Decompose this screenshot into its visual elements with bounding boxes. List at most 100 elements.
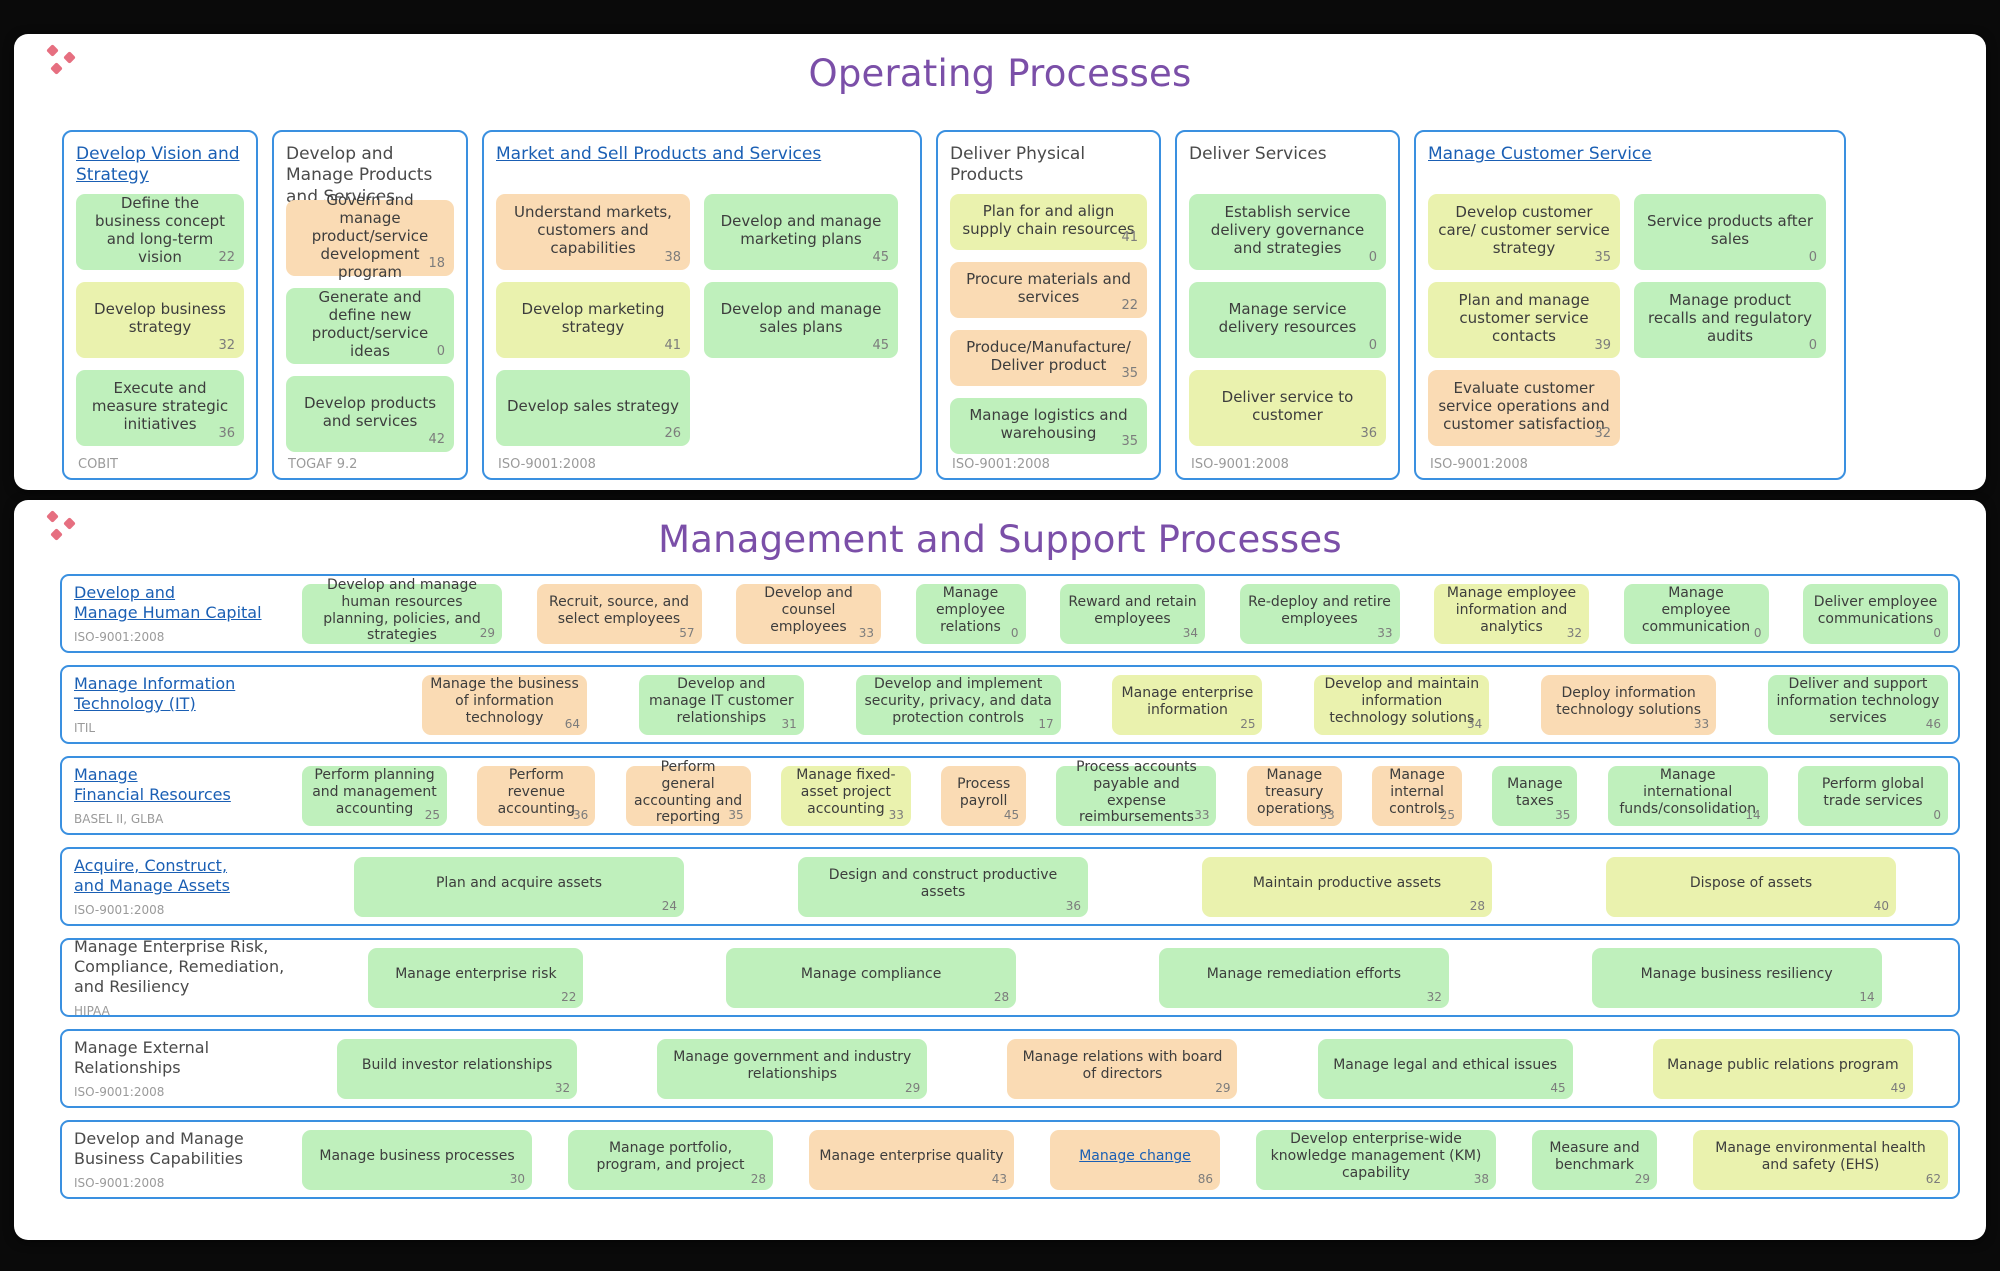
process-card[interactable]: Manage environmental health and safety (… (1693, 1129, 1948, 1190)
process-card-label[interactable]: Manage change (1079, 1148, 1191, 1165)
process-card[interactable]: Develop business strategy 32 (76, 282, 244, 358)
process-card-label: Define the business concept and long-ter… (95, 194, 225, 266)
process-card[interactable]: Plan and acquire assets 24 (354, 856, 684, 917)
process-card[interactable]: Manage enterprise quality 43 (809, 1129, 1014, 1190)
operating-column-title[interactable]: Manage Customer Service (1428, 144, 1832, 188)
process-card[interactable]: Manage taxes 35 (1492, 765, 1578, 826)
support-row-header: Manage Enterprise Risk, Compliance, Remed… (62, 937, 302, 1018)
process-card[interactable]: Manage fixed-asset project accounting 33 (780, 765, 911, 826)
process-card[interactable]: Manage public relations program 49 (1652, 1038, 1913, 1099)
process-card[interactable]: Design and construct productive assets 36 (798, 856, 1088, 917)
process-card[interactable]: Produce/Manufacture/ Deliver product 35 (950, 330, 1147, 386)
process-card[interactable]: Manage legal and ethical issues 45 (1317, 1038, 1573, 1099)
support-row-title[interactable]: Develop and Manage Human Capital (74, 583, 292, 623)
process-card[interactable]: Manage logistics and warehousing 35 (950, 398, 1147, 454)
process-card-label: Manage employee relations (935, 585, 1006, 635)
process-card[interactable]: Deliver service to customer 36 (1189, 370, 1386, 446)
process-card[interactable]: Generate and define new product/service … (286, 288, 454, 364)
process-card-label: Manage environmental health and safety (… (1715, 1139, 1926, 1173)
process-card[interactable]: Perform global trade services 0 (1797, 765, 1948, 826)
process-card[interactable]: Re-deploy and retire employees 33 (1239, 583, 1400, 644)
process-card[interactable]: Maintain productive assets 28 (1202, 856, 1492, 917)
process-card[interactable]: Understand markets, customers and capabi… (496, 194, 690, 270)
process-card[interactable]: Process payroll 45 (941, 765, 1027, 826)
process-card[interactable]: Dispose of assets 40 (1606, 856, 1896, 917)
process-card-label: Deliver and support information technolo… (1776, 676, 1940, 726)
operating-column: Market and Sell Products and Services Und… (482, 130, 922, 480)
process-card[interactable]: Recruit, source, and select employees 57 (536, 583, 702, 644)
process-card[interactable]: Develop marketing strategy 41 (496, 282, 690, 358)
process-card[interactable]: Govern and manage product/service develo… (286, 191, 454, 281)
process-card[interactable]: Manage treasury operations 33 (1246, 765, 1342, 826)
process-card-count: 31 (781, 717, 797, 732)
process-card[interactable]: Procure materials and services 22 (950, 262, 1147, 318)
support-processes-panel: Management and Support Processes Develop… (14, 500, 1986, 1240)
process-card[interactable]: Service products after sales 0 (1634, 194, 1826, 270)
process-card[interactable]: Manage product recalls and regulatory au… (1634, 282, 1826, 358)
process-card[interactable]: Execute and measure strategic initiative… (76, 370, 244, 446)
process-card[interactable]: Perform planning and management accounti… (302, 765, 447, 826)
process-card[interactable]: Manage relations with board of directors… (1007, 1038, 1238, 1099)
process-card[interactable]: Develop and manage IT customer relations… (638, 674, 804, 735)
process-card[interactable]: Build investor relationships 32 (337, 1038, 578, 1099)
process-card[interactable]: Deliver employee communications 0 (1803, 583, 1948, 644)
process-card[interactable]: Measure and benchmark 29 (1532, 1129, 1657, 1190)
process-card-count: 0 (1933, 808, 1941, 823)
support-row-title[interactable]: Manage Financial Resources (74, 765, 292, 805)
operating-column-title[interactable]: Develop Vision and Strategy (76, 144, 244, 188)
process-card-count: 25 (1240, 717, 1256, 732)
process-card[interactable]: Develop products and services 42 (286, 376, 454, 452)
process-card[interactable]: Manage the business of information techn… (422, 674, 587, 735)
operating-card-list: Develop customer care/ customer service … (1428, 194, 1832, 452)
standard-label: ISO-9001:2008 (498, 457, 596, 472)
process-card-count: 26 (664, 426, 681, 442)
process-card[interactable]: Develop and manage sales plans 45 (704, 282, 898, 358)
process-card[interactable]: Deliver and support information technolo… (1767, 674, 1948, 735)
process-card[interactable]: Manage change 86 (1050, 1129, 1220, 1190)
process-card[interactable]: Plan for and align supply chain resource… (950, 194, 1147, 250)
operating-card-list: Plan for and align supply chain resource… (950, 194, 1147, 454)
process-card[interactable]: Process accounts payable and expense rei… (1056, 759, 1217, 826)
process-card[interactable]: Reward and retain employees 34 (1060, 583, 1205, 644)
process-card[interactable]: Manage employee communication 0 (1623, 583, 1769, 644)
support-row-title[interactable]: Manage Information Technology (IT) (74, 674, 292, 714)
process-card[interactable]: Develop sales strategy 26 (496, 370, 690, 446)
process-card-label: Evaluate customer service operations and… (1438, 379, 1610, 433)
process-card[interactable]: Develop enterprise-wide knowledge manage… (1256, 1129, 1496, 1190)
support-card-list: Manage business processes 30 Manage portfo… (302, 1129, 1948, 1191)
process-card[interactable]: Manage enterprise risk 22 (368, 947, 584, 1008)
process-card[interactable]: Manage enterprise information 25 (1112, 674, 1263, 735)
process-card[interactable]: Manage internal controls 25 (1372, 765, 1463, 826)
process-card-count: 0 (1753, 626, 1762, 641)
process-card[interactable]: Establish service delivery governance an… (1189, 194, 1386, 270)
support-row-title[interactable]: Acquire, Construct, and Manage Assets (74, 856, 292, 896)
process-card[interactable]: Evaluate customer service operations and… (1428, 370, 1620, 446)
process-card[interactable]: Manage employee relations 0 (915, 583, 1026, 644)
process-card[interactable]: Develop and manage marketing plans 45 (704, 194, 898, 270)
operating-column-title[interactable]: Market and Sell Products and Services (496, 144, 908, 188)
process-card[interactable]: Plan and manage customer service contact… (1428, 282, 1620, 358)
process-card[interactable]: Develop and implement security, privacy,… (855, 674, 1061, 735)
process-card[interactable]: Manage service delivery resources 0 (1189, 282, 1386, 358)
process-card[interactable]: Manage compliance 28 (726, 947, 1017, 1008)
process-card[interactable]: Manage business processes 30 (302, 1129, 532, 1190)
process-card[interactable]: Manage remediation efforts 32 (1158, 947, 1449, 1008)
process-card[interactable]: Perform general accounting and reporting… (625, 759, 751, 826)
process-card[interactable]: Manage government and industry relations… (657, 1038, 928, 1099)
standard-label: ISO-9001:2008 (74, 1176, 165, 1190)
process-card[interactable]: Define the business concept and long-ter… (76, 194, 244, 270)
process-card-count: 45 (872, 338, 889, 354)
process-card[interactable]: Manage international funds/consolidation… (1607, 765, 1768, 826)
process-card[interactable]: Perform revenue accounting 36 (477, 765, 596, 826)
process-card[interactable]: Develop customer care/ customer service … (1428, 194, 1620, 270)
process-card-count: 86 (1197, 1172, 1213, 1187)
process-card[interactable]: Manage business resiliency 14 (1591, 947, 1882, 1008)
process-card[interactable]: Develop and maintain information technol… (1314, 674, 1490, 735)
process-card-count: 22 (218, 250, 235, 266)
process-card[interactable]: Develop and counsel employees 33 (736, 583, 881, 644)
process-card[interactable]: Manage employee information and analytic… (1434, 583, 1589, 644)
process-card[interactable]: Deploy information technology solutions 3… (1541, 674, 1717, 735)
process-card[interactable]: Develop and manage human resources plann… (302, 577, 502, 644)
process-card-label: Manage logistics and warehousing (969, 406, 1128, 442)
process-card[interactable]: Manage portfolio, program, and project 28 (568, 1129, 773, 1190)
